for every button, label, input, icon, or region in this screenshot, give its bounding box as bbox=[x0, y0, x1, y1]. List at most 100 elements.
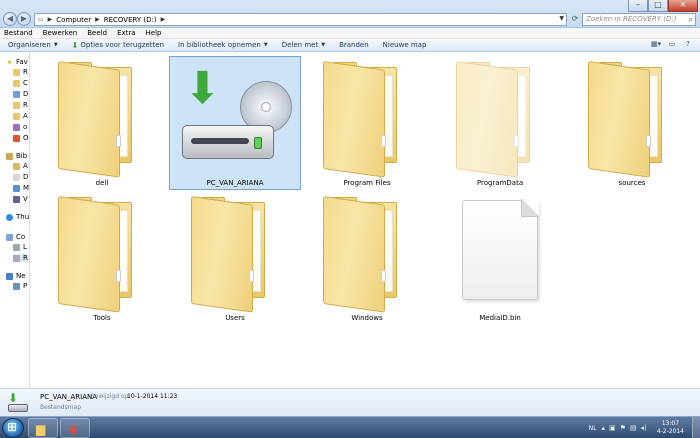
breadcrumb-recovery[interactable]: RECOVERY (D:) bbox=[104, 16, 157, 24]
nav-label: R bbox=[23, 254, 28, 262]
language-indicator[interactable]: NL bbox=[589, 425, 597, 432]
help-icon[interactable]: ? bbox=[682, 40, 694, 50]
nav-libraries[interactable]: Bib bbox=[6, 152, 27, 160]
search-input[interactable]: Zoeken in RECOVERY (D:) ⌕ bbox=[582, 13, 696, 26]
nav-fav-item[interactable]: R bbox=[13, 68, 28, 76]
nav-lib-item[interactable]: A bbox=[13, 162, 28, 170]
taskbar-explorer-button[interactable]: ▆ bbox=[28, 418, 58, 438]
breadcrumb-computer[interactable]: Computer bbox=[56, 16, 91, 24]
restore-icon: ⬇ bbox=[71, 40, 79, 50]
maximize-button[interactable]: □ bbox=[648, 0, 668, 12]
nav-label: P bbox=[23, 282, 28, 290]
menu-bar: Bestand Bewerken Beeld Extra Help bbox=[0, 28, 700, 39]
nav-label: O bbox=[23, 134, 29, 142]
menu-bewerken[interactable]: Bewerken bbox=[43, 29, 78, 37]
details-name: PC_VAN_ARIANA bbox=[40, 393, 98, 401]
nav-fav-item[interactable]: o bbox=[13, 123, 27, 131]
search-placeholder: Zoeken in RECOVERY (D:) bbox=[586, 15, 677, 23]
organize-button[interactable]: Organiseren ▼ bbox=[8, 41, 58, 49]
view-options-icon[interactable]: ▦▾ bbox=[650, 40, 662, 50]
details-type: Bestandsmap bbox=[40, 404, 82, 411]
nav-homegroup[interactable]: Thu bbox=[6, 213, 29, 221]
show-hidden-icons-icon[interactable]: ▴ bbox=[601, 424, 605, 432]
nav-net-item[interactable]: P bbox=[13, 282, 27, 290]
folder-icon bbox=[13, 134, 20, 142]
computer-icon bbox=[13, 282, 20, 290]
burn-label: Branden bbox=[339, 41, 369, 49]
include-in-library-button[interactable]: In bibliotheek opnemen ▼ bbox=[178, 41, 268, 49]
folder-item-windows[interactable]: Windows bbox=[301, 192, 433, 326]
nav-label: A bbox=[23, 162, 28, 170]
network-icon[interactable]: ▤ bbox=[630, 424, 637, 432]
nav-comp-item-selected[interactable]: R bbox=[13, 254, 28, 262]
forward-button[interactable]: ▶ bbox=[17, 12, 31, 26]
menu-extra[interactable]: Extra bbox=[117, 29, 135, 37]
new-folder-button[interactable]: Nieuwe map bbox=[383, 41, 427, 49]
folder-item-dell[interactable]: dell bbox=[36, 57, 168, 191]
search-icon[interactable]: ⌕ bbox=[689, 14, 693, 25]
item-label: dell bbox=[95, 179, 109, 187]
menu-bestand[interactable]: Bestand bbox=[4, 29, 33, 37]
nav-lib-item[interactable]: D bbox=[13, 173, 28, 181]
folder-icon: ▆ bbox=[36, 422, 46, 436]
organize-label: Organiseren bbox=[8, 41, 51, 49]
folder-item-sources[interactable]: sources bbox=[566, 57, 698, 191]
nav-fav-item[interactable]: R bbox=[13, 101, 28, 109]
title-bar: – □ ✕ ◀ ▶ ▭ ▶ Computer ▶ RECOVERY (D:) ▶… bbox=[0, 0, 700, 28]
folder-item-users[interactable]: Users bbox=[169, 192, 301, 326]
back-button[interactable]: ◀ bbox=[3, 12, 17, 26]
nav-label: Ne bbox=[16, 272, 26, 280]
printer-icon[interactable]: ▣ bbox=[609, 424, 616, 432]
nav-fav-item[interactable]: C bbox=[13, 79, 28, 87]
volume-icon[interactable]: ◂) bbox=[641, 424, 647, 432]
folder-icon bbox=[13, 112, 20, 120]
menu-beeld[interactable]: Beeld bbox=[87, 29, 107, 37]
nav-fav-item[interactable]: D bbox=[13, 90, 28, 98]
nav-fav-item[interactable]: A bbox=[13, 112, 28, 120]
address-bar[interactable]: ▭ ▶ Computer ▶ RECOVERY (D:) ▶ ▼ bbox=[34, 13, 567, 26]
drive-icon bbox=[13, 254, 20, 262]
network-icon bbox=[6, 272, 13, 280]
star-icon: ★ bbox=[6, 58, 13, 66]
clock[interactable]: 13:07 4-2-2014 bbox=[657, 420, 684, 436]
restore-label: Opties voor terugzetten bbox=[80, 41, 165, 49]
menu-help[interactable]: Help bbox=[146, 29, 162, 37]
address-dropdown-icon[interactable]: ▼ bbox=[559, 15, 564, 22]
share-with-button[interactable]: Delen met ▼ bbox=[282, 41, 325, 49]
taskbar-chrome-button[interactable]: ◉ bbox=[60, 418, 90, 438]
show-desktop-button[interactable] bbox=[692, 417, 700, 438]
close-button[interactable]: ✕ bbox=[668, 0, 698, 12]
preview-pane-icon[interactable]: ▭ bbox=[666, 40, 678, 50]
video-icon bbox=[13, 195, 20, 203]
nav-favorites[interactable]: ★ Fav bbox=[6, 58, 28, 66]
item-label: ProgramData bbox=[476, 179, 524, 187]
nav-comp-item[interactable]: L bbox=[13, 243, 27, 251]
folder-icon bbox=[323, 61, 411, 178]
drive-icon bbox=[13, 243, 20, 251]
refresh-icon[interactable]: ⟳ bbox=[569, 13, 581, 26]
computer-icon bbox=[6, 233, 13, 241]
flag-icon[interactable]: ⚑ bbox=[620, 424, 626, 432]
nav-network[interactable]: Ne bbox=[6, 272, 26, 280]
nav-label: M bbox=[23, 184, 30, 192]
folder-icon bbox=[13, 123, 20, 131]
start-button[interactable] bbox=[2, 418, 24, 438]
details-modified-label: Gewijzigd op: bbox=[90, 393, 131, 400]
navigation-pane: ★ Fav R C D R A o O Bib A D M V Thu Co L… bbox=[0, 53, 30, 388]
folder-item-programdata[interactable]: ProgramData bbox=[434, 57, 566, 191]
folder-item-tools[interactable]: Tools bbox=[36, 192, 168, 326]
folder-item-program-files[interactable]: Program Files bbox=[301, 57, 433, 191]
folder-icon bbox=[13, 68, 20, 76]
burn-button[interactable]: Branden bbox=[339, 41, 369, 49]
breadcrumb-chevron-icon: ▶ bbox=[160, 16, 166, 23]
nav-lib-item[interactable]: V bbox=[13, 195, 28, 203]
drive-item-pc-van-ariana[interactable]: ⬇ PC_VAN_ARIANA bbox=[169, 56, 301, 190]
nav-computer[interactable]: Co bbox=[6, 233, 25, 241]
folder-icon bbox=[58, 196, 146, 313]
minimize-button[interactable]: – bbox=[628, 0, 648, 12]
file-item-mediaid[interactable]: MediaID.bin bbox=[434, 192, 566, 326]
item-label: Program Files bbox=[343, 179, 391, 187]
nav-lib-item[interactable]: M bbox=[13, 184, 29, 192]
restore-options-button[interactable]: ⬇ Opties voor terugzetten bbox=[72, 41, 164, 50]
nav-fav-item[interactable]: O bbox=[13, 134, 29, 142]
